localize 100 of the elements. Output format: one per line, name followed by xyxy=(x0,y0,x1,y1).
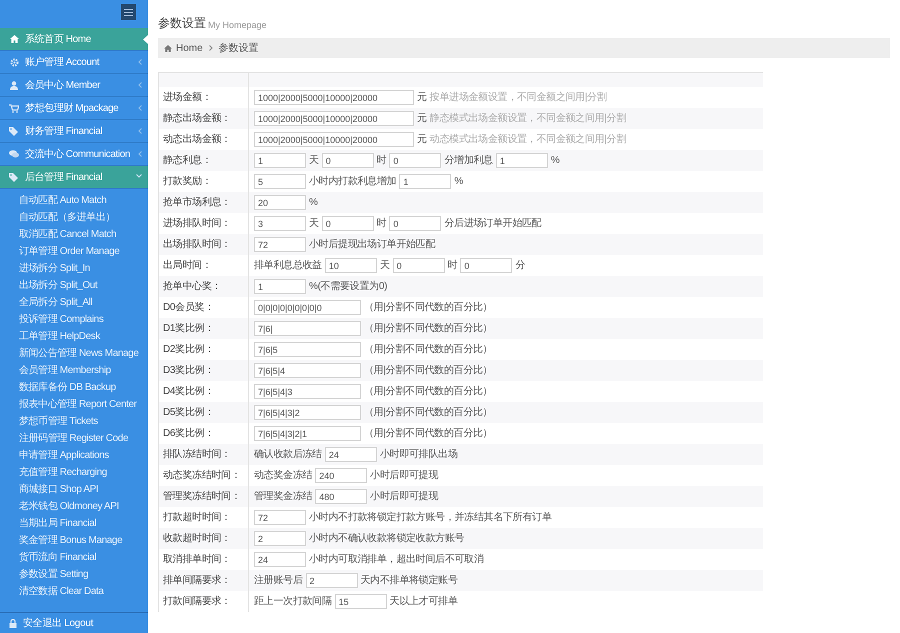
field-label: 出场排队时间： xyxy=(163,238,231,252)
field-label: 打款间隔要求： xyxy=(163,594,231,609)
field-label: 静态出场金额： xyxy=(163,112,231,126)
text-input[interactable]: 7|6|5|4 xyxy=(254,363,361,378)
tags-icon xyxy=(9,126,19,136)
field-text: 天 xyxy=(309,217,319,231)
text-input[interactable]: 7|6|5 xyxy=(254,342,361,357)
field-text: （用|分割不同代数的百分比） xyxy=(364,342,492,357)
tags-icon xyxy=(9,172,19,182)
field-label: 打款奖励： xyxy=(163,174,212,189)
text-input[interactable]: 0 xyxy=(322,216,374,231)
text-input[interactable]: 1000|2000|5000|10000|20000 xyxy=(254,111,414,126)
user-icon xyxy=(10,80,18,90)
text-input[interactable]: 1 xyxy=(496,153,548,168)
text-input[interactable]: 7|6|5|4|3 xyxy=(254,384,361,399)
field-label: 排队冻结时间： xyxy=(163,448,231,462)
field-text: （用|分割不同代数的百分比） xyxy=(364,426,492,441)
text-input[interactable]: 24 xyxy=(254,552,306,567)
text-input[interactable]: 480 xyxy=(315,489,368,504)
field-text: 天以上才可排单 xyxy=(390,594,458,609)
text-input[interactable]: 240 xyxy=(315,468,368,483)
field-label: D2奖比例： xyxy=(163,342,214,357)
field-text: 小时后即可提现 xyxy=(370,490,438,504)
text-input[interactable]: 0 xyxy=(389,216,442,231)
field-label: 排单间隔要求： xyxy=(163,574,231,588)
text-input[interactable]: 7|6|5|4|3|2|1 xyxy=(254,426,361,441)
field-label: 静态利息： xyxy=(163,154,212,168)
chevron-left-icon xyxy=(138,151,142,157)
field-text: 距上一次打款间隔 xyxy=(254,594,332,609)
lock-icon xyxy=(9,618,17,628)
text-input[interactable]: 1000|2000|5000|10000|20000 xyxy=(254,132,414,147)
field-text: 分 xyxy=(515,259,526,273)
field-text: % xyxy=(454,175,463,189)
chevron-left-icon xyxy=(138,105,142,111)
text-input[interactable]: 1 xyxy=(399,174,452,189)
field-text: 元 xyxy=(417,133,427,147)
text-input[interactable]: 0|0|0|0|0|0|0|0|0 xyxy=(254,300,361,315)
cart-icon xyxy=(9,104,19,112)
breadcrumb-current: 参数设置 xyxy=(218,42,259,56)
breadcrumb-link[interactable]: Home xyxy=(176,40,203,56)
field-text: 管理奖金冻结 xyxy=(254,490,312,504)
field-text: 元 xyxy=(417,91,427,105)
field-text: （用|分割不同代数的百分比） xyxy=(364,300,492,315)
field-text: % xyxy=(550,154,560,168)
text-input[interactable]: 1 xyxy=(254,153,306,168)
text-input[interactable]: 1000|2000|5000|10000|20000 xyxy=(254,90,414,105)
field-label: 动态奖冻结时间： xyxy=(163,468,241,483)
field-text: （用|分割不同代数的百分比） xyxy=(364,322,492,336)
page-subtitle: My Homepage xyxy=(208,18,267,32)
text-input[interactable]: 7|6| xyxy=(254,321,361,336)
text-input[interactable]: 2 xyxy=(306,573,358,588)
field-label: 进场排队时间： xyxy=(163,216,231,231)
field-text: 天 xyxy=(309,154,319,168)
help-text: 静态模式出场金额设置，不同金额之间用|分割 xyxy=(430,112,626,126)
text-input[interactable]: 0 xyxy=(322,153,374,168)
field-text: 时 xyxy=(448,258,458,273)
text-input[interactable]: 7|6|5|4|3|2 xyxy=(254,405,361,420)
text-input[interactable]: 72 xyxy=(254,237,306,252)
field-text: 天内不排单将锁定账号 xyxy=(360,574,458,588)
text-input[interactable]: 1 xyxy=(254,279,306,294)
menu-toggle-button[interactable] xyxy=(121,4,136,20)
field-label: 动态出场金额： xyxy=(163,132,231,147)
help-text: 按单进场金额设置，不同金额之间用|分割 xyxy=(430,90,607,105)
field-text: 确认收款后冻结 xyxy=(254,448,322,462)
field-text: 时 xyxy=(376,154,386,168)
field-label: 取消排单时间： xyxy=(163,552,231,567)
field-label: 抢单中心奖： xyxy=(163,280,222,294)
text-input[interactable]: 24 xyxy=(324,447,377,462)
menu-icon xyxy=(124,8,133,16)
help-text: 动态模式出场金额设置，不同金额之间用|分割 xyxy=(430,132,626,147)
text-input[interactable]: 0 xyxy=(389,153,442,168)
field-text: 天 xyxy=(380,259,390,273)
text-input[interactable]: 20 xyxy=(254,195,306,210)
field-label: D1奖比例： xyxy=(163,322,214,336)
field-text: 小时内打款利息增加 xyxy=(309,174,396,189)
field-text: 小时后即可提现 xyxy=(370,468,438,483)
field-text: 小时内可取消排单，超出时间后不可取消 xyxy=(309,552,484,567)
text-input[interactable]: 0 xyxy=(460,258,512,273)
text-input[interactable]: 72 xyxy=(254,510,306,525)
text-input[interactable]: 3 xyxy=(254,216,306,231)
text-input[interactable]: 2 xyxy=(254,531,306,546)
gear-icon xyxy=(10,58,18,66)
text-input[interactable]: 10 xyxy=(324,258,377,273)
field-label: D4奖比例： xyxy=(163,384,214,399)
chevron-left-icon xyxy=(138,82,142,88)
chevron-down-icon xyxy=(136,174,142,178)
text-input[interactable]: 0 xyxy=(392,258,445,273)
field-text: （用|分割不同代数的百分比） xyxy=(364,384,492,399)
home-icon xyxy=(10,35,18,43)
chat-icon xyxy=(9,150,19,158)
field-text: 动态奖金冻结 xyxy=(254,468,312,483)
field-text: 注册账号后 xyxy=(254,574,303,588)
text-input[interactable]: 15 xyxy=(334,594,387,609)
chevron-left-icon xyxy=(138,59,142,65)
field-label: D3奖比例： xyxy=(163,364,214,378)
home-icon xyxy=(164,44,172,52)
active-notch-icon xyxy=(143,35,148,44)
page-title: 参数设置 xyxy=(158,15,206,32)
field-text: % xyxy=(309,196,318,210)
text-input[interactable]: 5 xyxy=(254,174,306,189)
